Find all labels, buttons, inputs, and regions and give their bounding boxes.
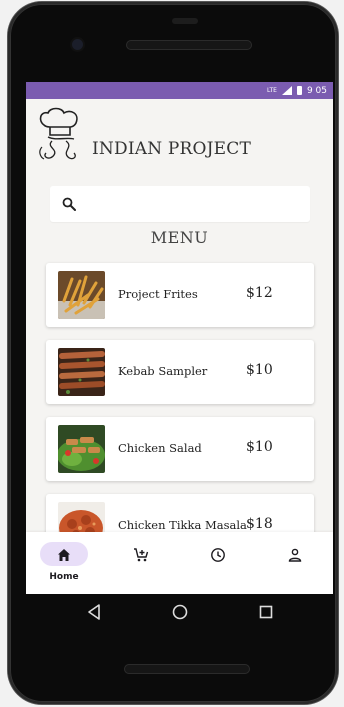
menu-item-card[interactable]: Chicken Salad $10	[46, 417, 314, 481]
app-screen: LTE 9 05 INDIAN PROJECT MENU Project Fri…	[26, 82, 333, 594]
menu-item-card[interactable]: Kebab Sampler $10	[46, 340, 314, 404]
nav-item-home[interactable]: Home	[26, 532, 102, 594]
bottom-navigation: Home	[26, 532, 333, 594]
salad-image	[58, 425, 105, 473]
menu-item-name: Kebab Sampler	[118, 364, 208, 378]
menu-item-name: Chicken Tikka Masala	[118, 518, 247, 532]
menu-item-price: $10	[246, 362, 273, 378]
nav-item-history[interactable]	[180, 532, 256, 594]
system-navigation-bar	[26, 594, 333, 630]
menu-item-name: Chicken Salad	[118, 441, 202, 455]
top-speaker	[172, 18, 198, 24]
status-bar: LTE 9 05	[26, 82, 333, 99]
menu-item-card[interactable]: Project Frites $12	[46, 263, 314, 327]
search-icon	[62, 197, 76, 211]
search-input[interactable]	[86, 192, 300, 218]
home-circle-icon[interactable]	[170, 602, 190, 622]
lte-badge: LTE	[266, 87, 277, 94]
menu-item-name: Project Frites	[118, 287, 198, 301]
clock-icon	[211, 548, 225, 562]
menu-item-price: $18	[246, 516, 273, 532]
chef-hat-logo	[39, 107, 78, 160]
person-icon	[288, 548, 302, 562]
kebab-image	[58, 348, 105, 396]
app-header: INDIAN PROJECT	[26, 99, 333, 169]
menu-heading: MENU	[150, 228, 209, 247]
nav-label-home: Home	[49, 572, 79, 582]
bottom-grille	[124, 664, 250, 674]
menu-item-price: $10	[246, 439, 273, 455]
cart-add-icon	[134, 548, 149, 562]
search-bar[interactable]	[50, 186, 310, 222]
status-time: 9 05	[306, 85, 327, 96]
battery-icon	[296, 86, 302, 95]
nav-item-profile[interactable]	[257, 532, 333, 594]
menu-item-price: $12	[246, 285, 273, 301]
front-camera	[72, 39, 83, 50]
app-title: INDIAN PROJECT	[92, 139, 252, 159]
recents-icon[interactable]	[256, 602, 276, 622]
earpiece-grille	[126, 40, 252, 50]
back-icon[interactable]	[84, 602, 104, 622]
signal-icon	[281, 86, 292, 95]
nav-item-cart[interactable]	[103, 532, 179, 594]
fries-image	[58, 271, 105, 319]
home-icon	[58, 549, 70, 561]
